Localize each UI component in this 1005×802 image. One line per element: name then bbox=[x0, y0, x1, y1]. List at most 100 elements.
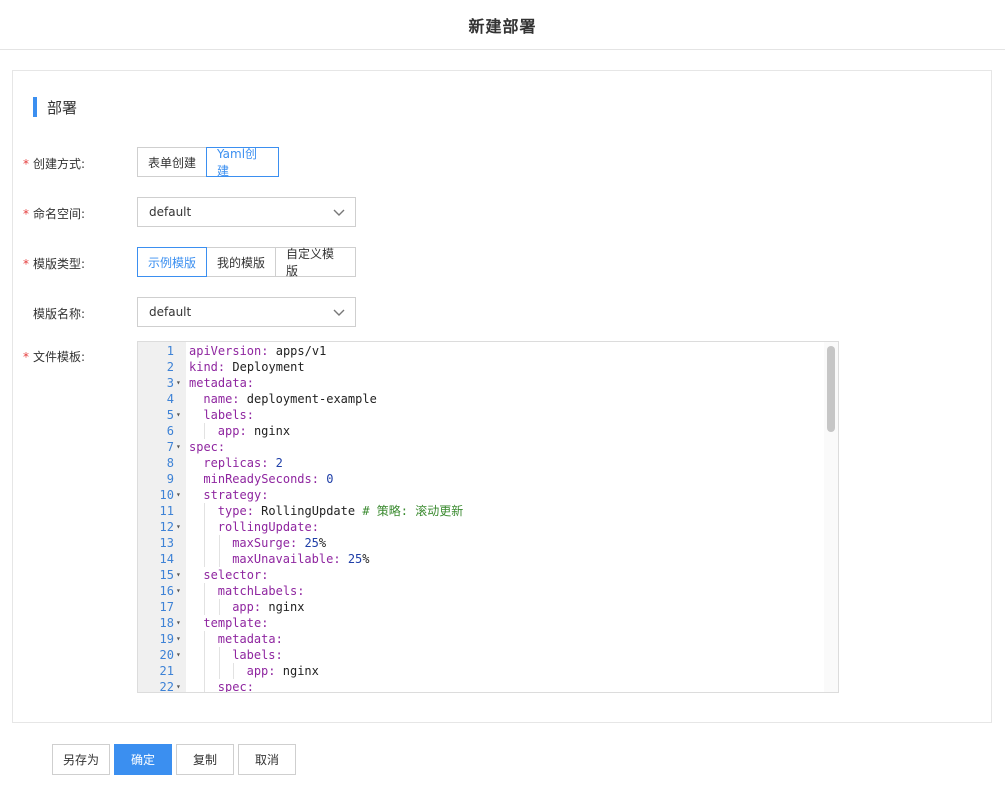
yaml-value: RollingUpdate bbox=[261, 504, 356, 518]
fold-toggle-icon[interactable]: ▾ bbox=[176, 615, 181, 631]
fold-toggle-icon[interactable]: ▾ bbox=[176, 519, 181, 535]
fold-toggle-icon[interactable]: ▾ bbox=[176, 679, 181, 692]
line-number: 8 bbox=[166, 456, 174, 470]
yaml-key: selector bbox=[203, 568, 262, 582]
scrollbar-thumb[interactable] bbox=[827, 346, 835, 432]
my-template-button[interactable]: 我的模版 bbox=[206, 247, 276, 277]
code-line[interactable]: 19 ▾ metadata: bbox=[138, 631, 838, 647]
fold-toggle-icon[interactable]: ▾ bbox=[176, 583, 181, 599]
code-line[interactable]: 18 ▾ template: bbox=[138, 615, 838, 631]
code-text: spec: bbox=[217, 680, 254, 693]
code-text: matchLabels: bbox=[217, 584, 305, 598]
yaml-value: deployment-example bbox=[246, 392, 377, 406]
form-panel: 部署 * 创建方式: 表单创建 Yaml创建 * 命名空间: default * 模版… bbox=[12, 70, 992, 723]
line-number: 14 bbox=[159, 552, 174, 566]
code-line[interactable]: 20 ▾ labels: bbox=[138, 647, 838, 663]
line-number: 9 bbox=[166, 472, 174, 486]
code-line[interactable]: 13 maxSurge: 25% bbox=[138, 535, 838, 551]
yaml-value: 25 bbox=[304, 536, 319, 550]
code-line[interactable]: 10 ▾ strategy: bbox=[138, 487, 838, 503]
required-star: * bbox=[23, 207, 29, 221]
section-title-text: 部署 bbox=[47, 98, 78, 117]
line-number: 11 bbox=[159, 504, 174, 518]
code-line[interactable]: 9 minReadySeconds: 0 bbox=[138, 471, 838, 487]
code-line[interactable]: 3 ▾ metadata: bbox=[138, 375, 838, 391]
line-number: 22 bbox=[159, 680, 174, 693]
code-line[interactable]: 4 name: deployment-example bbox=[138, 391, 838, 407]
fold-toggle-icon[interactable]: ▾ bbox=[176, 375, 181, 391]
code-line[interactable]: 6 app: nginx bbox=[138, 423, 838, 439]
yaml-key: app bbox=[246, 664, 269, 678]
line-number: 7 bbox=[166, 440, 174, 454]
code-text: spec: bbox=[189, 440, 226, 454]
yaml-value: nginx bbox=[268, 600, 305, 614]
code-text: maxSurge: 25% bbox=[232, 536, 327, 550]
code-line[interactable]: 1 apiVersion: apps/v1 bbox=[138, 343, 838, 359]
yaml-key: app bbox=[232, 600, 254, 614]
section-accent-bar bbox=[33, 97, 37, 117]
yaml-value: apps/v1 bbox=[275, 344, 327, 358]
code-line[interactable]: 17 app: nginx bbox=[138, 599, 838, 615]
code-line[interactable]: 15 ▾ selector: bbox=[138, 567, 838, 583]
indent-guide bbox=[204, 647, 206, 663]
required-star: * bbox=[23, 257, 29, 271]
yaml-create-button[interactable]: Yaml创建 bbox=[206, 147, 279, 178]
yaml-value: 0 bbox=[326, 472, 334, 486]
code-line[interactable]: 8 replicas: 2 bbox=[138, 455, 838, 471]
line-number: 18 bbox=[159, 616, 174, 630]
yaml-key: metadata bbox=[189, 376, 247, 390]
code-line[interactable]: 5 ▾ labels: bbox=[138, 407, 838, 423]
custom-template-button[interactable]: 自定义模版 bbox=[275, 247, 356, 278]
yaml-editor[interactable]: 1 apiVersion: apps/v1 2 kind: Deployment 3 ▾ m… bbox=[137, 341, 839, 693]
line-number: 13 bbox=[159, 536, 174, 550]
code-text: minReadySeconds: 0 bbox=[203, 472, 334, 486]
yaml-key: maxUnavailable bbox=[232, 552, 334, 566]
code-line[interactable]: 12 ▾ rollingUpdate: bbox=[138, 519, 838, 535]
yaml-comment: # 策略: 滚动更新 bbox=[362, 504, 464, 518]
fold-toggle-icon[interactable]: ▾ bbox=[176, 439, 181, 455]
code-line[interactable]: 11 type: RollingUpdate # 策略: 滚动更新 bbox=[138, 503, 838, 519]
code-line[interactable]: 22 ▾ spec: bbox=[138, 679, 838, 693]
copy-button[interactable]: 复制 bbox=[176, 744, 234, 775]
yaml-value: nginx bbox=[253, 424, 291, 438]
indent-guide bbox=[204, 631, 206, 647]
indent-guide bbox=[218, 647, 220, 663]
template-name-select[interactable]: default bbox=[137, 297, 356, 327]
line-number: 10 bbox=[159, 488, 174, 502]
yaml-value: Deployment bbox=[232, 360, 305, 374]
fold-toggle-icon[interactable]: ▾ bbox=[176, 631, 181, 647]
line-number: 3 bbox=[166, 376, 174, 390]
fold-toggle-icon[interactable]: ▾ bbox=[176, 647, 181, 663]
code-line[interactable]: 14 maxUnavailable: 25% bbox=[138, 551, 838, 567]
code-line[interactable]: 16 ▾ matchLabels: bbox=[138, 583, 838, 599]
section-title: 部署 bbox=[33, 97, 77, 117]
required-star: * bbox=[23, 350, 29, 364]
yaml-key: type bbox=[217, 504, 247, 518]
yaml-key: name bbox=[203, 392, 233, 406]
save-as-button[interactable]: 另存为 bbox=[52, 744, 110, 775]
line-number: 15 bbox=[159, 568, 174, 582]
yaml-value: nginx bbox=[282, 664, 319, 678]
cancel-button[interactable]: 取消 bbox=[238, 744, 296, 775]
code-text: labels: bbox=[203, 408, 254, 422]
code-line[interactable]: 7 ▾ spec: bbox=[138, 439, 838, 455]
fold-toggle-icon[interactable]: ▾ bbox=[176, 407, 181, 423]
confirm-button[interactable]: 确定 bbox=[114, 744, 172, 775]
page-header: 新建部署 bbox=[0, 0, 1005, 50]
yaml-value-suffix: % bbox=[362, 552, 370, 566]
code-line[interactable]: 2 kind: Deployment bbox=[138, 359, 838, 375]
fold-toggle-icon[interactable]: ▾ bbox=[176, 567, 181, 583]
code-lines[interactable]: 1 apiVersion: apps/v1 2 kind: Deployment 3 ▾ m… bbox=[138, 343, 838, 693]
code-text: name: deployment-example bbox=[203, 392, 377, 406]
yaml-key: template bbox=[203, 616, 262, 630]
example-template-button[interactable]: 示例模版 bbox=[137, 247, 207, 277]
editor-scrollbar[interactable] bbox=[824, 342, 838, 692]
form-create-button[interactable]: 表单创建 bbox=[137, 147, 207, 177]
yaml-value: 2 bbox=[275, 456, 283, 470]
yaml-key: minReadySeconds bbox=[203, 472, 312, 486]
page-title: 新建部署 bbox=[468, 16, 537, 36]
fold-toggle-icon[interactable]: ▾ bbox=[176, 487, 181, 503]
indent-guide bbox=[204, 535, 206, 551]
namespace-select[interactable]: default bbox=[137, 197, 356, 227]
code-line[interactable]: 21 app: nginx bbox=[138, 663, 838, 679]
